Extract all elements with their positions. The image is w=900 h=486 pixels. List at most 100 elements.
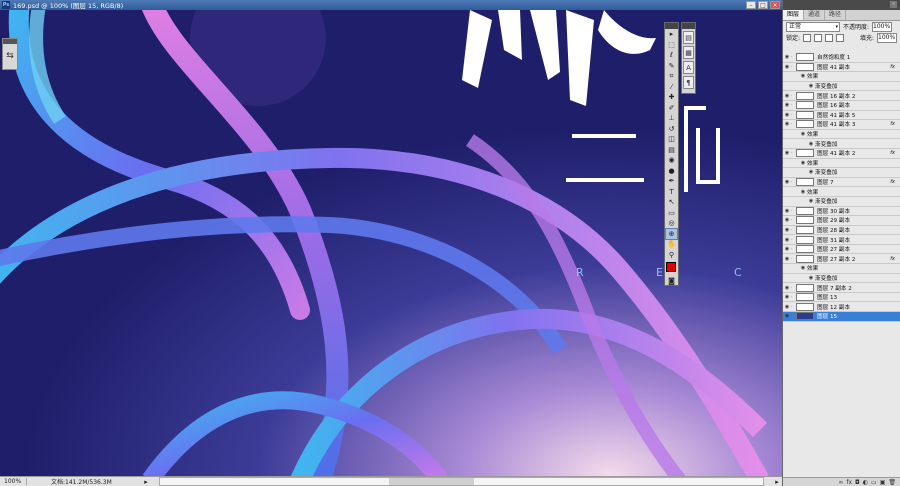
tool-preset-icon[interactable]: ⇆ [4, 50, 16, 62]
eye-icon[interactable]: ◉ [783, 179, 791, 185]
blend-mode-select[interactable]: 正常 ▾ [786, 21, 840, 32]
layer-thumbnail[interactable] [796, 53, 814, 62]
fx-icon[interactable]: fx [890, 256, 895, 262]
layer-thumbnail[interactable] [796, 245, 814, 254]
foreground-color[interactable] [665, 262, 676, 272]
layer-row[interactable]: ◉ · 图层 28 副本 [783, 225, 900, 236]
eye-icon[interactable]: ◉ [783, 217, 791, 223]
layer-row[interactable]: ◉ · 图层 31 副本 [783, 235, 900, 245]
status-menu-arrow[interactable]: ▸ [141, 478, 151, 486]
layer-thumbnail[interactable] [796, 235, 814, 244]
eyedropper-tool[interactable]: ⁄ [666, 82, 677, 93]
healing-tool[interactable]: ✚ [666, 92, 677, 103]
layer-row[interactable]: ◉ · 图层 41 副本 3 fx [783, 120, 900, 130]
eye-icon[interactable]: ◉ [807, 275, 815, 281]
brush-tool[interactable]: ✐ [666, 103, 677, 114]
eye-icon[interactable]: ◉ [783, 246, 791, 252]
fx-icon[interactable]: fx [846, 479, 852, 486]
eye-icon[interactable]: ◉ [783, 294, 791, 300]
document-size[interactable]: 文档:141.2M/536.3M [27, 477, 141, 486]
layer-thumbnail[interactable] [796, 283, 814, 292]
type-tool[interactable]: T [666, 187, 677, 198]
layer-thumbnail[interactable] [796, 216, 814, 225]
layer-thumbnail[interactable] [796, 120, 814, 129]
eye-icon[interactable]: ◉ [799, 73, 807, 79]
new-layer-icon[interactable]: ▣ [880, 479, 886, 486]
eye-icon[interactable]: ◉ [783, 256, 791, 262]
maximize-button[interactable]: □ [758, 1, 768, 9]
eye-icon[interactable]: ◉ [783, 121, 791, 127]
layer-thumbnail[interactable] [796, 206, 814, 215]
shape-tool[interactable]: ▭ [666, 208, 677, 219]
horizontal-scrollbar[interactable] [159, 477, 764, 486]
layer-row[interactable]: ◉ · 图层 7 fx [783, 178, 900, 188]
layer-thumbnail[interactable] [796, 254, 814, 263]
layer-effect-row[interactable]: ◉ 渐变叠加 [783, 197, 900, 207]
layer-row[interactable]: ◉ · 自然饱和度 1 [783, 53, 900, 63]
zoom-tool[interactable]: ⚲ [666, 250, 677, 261]
eye-icon[interactable]: ◉ [783, 93, 791, 99]
move-tool[interactable]: ▸ [666, 29, 677, 40]
3d-orbit-tool[interactable]: ⊕ [665, 227, 678, 240]
layer-effects-row[interactable]: ◉ 效果 [783, 264, 900, 274]
layer-thumbnail[interactable] [796, 312, 814, 321]
scroll-thumb[interactable] [389, 478, 474, 485]
minimize-button[interactable]: – [746, 1, 756, 9]
gradient-tool[interactable]: ▤ [666, 145, 677, 156]
path-select-tool[interactable]: ↖ [666, 197, 677, 208]
layer-row[interactable]: ◉ · 图层 27 副本 2 fx [783, 254, 900, 265]
layer-effects-row[interactable]: ◉ 效果 [783, 130, 900, 140]
scroll-right-arrow[interactable]: ▸ [772, 478, 782, 486]
layer-row[interactable]: ◉ · 图层 41 副本 2 fx [783, 149, 900, 159]
eye-icon[interactable]: ◉ [783, 227, 791, 233]
lock-transparent-checkbox[interactable] [803, 33, 812, 42]
layer-row[interactable]: ◉ · 图层 41 副本 fx [783, 62, 900, 73]
layer-row[interactable]: ◉ · 图层 16 副本 [783, 101, 900, 111]
layer-row[interactable]: ◉ · 图层 12 副本 [783, 302, 900, 313]
history-brush-tool[interactable]: ↺ [666, 124, 677, 135]
eye-icon[interactable]: ◉ [783, 112, 791, 118]
layer-row[interactable]: ◉ · 图层 13 [783, 293, 900, 303]
layer-thumbnail[interactable] [796, 110, 814, 119]
layer-row[interactable]: ◉ · 图层 41 副本 5 [783, 110, 900, 121]
adjustment-icon[interactable]: ◐ [863, 479, 868, 486]
hand-tool[interactable]: ✋ [666, 239, 677, 250]
tab-paths[interactable]: 路径 [825, 10, 847, 20]
layer-effect-row[interactable]: ◉ 渐变叠加 [783, 168, 900, 178]
quick-mask-icon[interactable]: ◙ [666, 276, 677, 287]
layer-row[interactable]: ◉ · 图层 30 副本 [783, 206, 900, 217]
layer-effects-row[interactable]: ◉ 效果 [783, 187, 900, 197]
eye-icon[interactable]: ◉ [783, 208, 791, 214]
blur-tool[interactable]: ◉ [666, 155, 677, 166]
lock-all-checkbox[interactable] [836, 33, 845, 42]
eye-icon[interactable]: ◉ [783, 237, 791, 243]
trash-icon[interactable]: 🗑 [888, 479, 896, 486]
eye-icon[interactable]: ◉ [783, 54, 791, 60]
layers-panel-header[interactable]: « [783, 0, 900, 10]
layer-row[interactable]: ◉ · 图层 27 副本 [783, 245, 900, 255]
character-icon[interactable]: A [683, 61, 694, 74]
3d-rotate-tool[interactable]: ◎ [666, 218, 677, 229]
eye-icon[interactable]: ◉ [807, 169, 815, 175]
layer-thumbnail[interactable] [796, 91, 814, 100]
tab-channels[interactable]: 通道 [804, 10, 826, 20]
panel-collapse-icon[interactable]: « [890, 1, 897, 8]
layer-thumbnail[interactable] [796, 293, 814, 302]
stamp-tool[interactable]: ⊥ [666, 113, 677, 124]
eye-icon[interactable]: ◉ [799, 265, 807, 271]
layer-thumbnail[interactable] [796, 178, 814, 187]
eye-icon[interactable]: ◉ [799, 160, 807, 166]
layer-thumbnail[interactable] [796, 225, 814, 234]
dodge-tool[interactable]: ● [666, 166, 677, 177]
fx-icon[interactable]: fx [890, 121, 895, 127]
link-icon[interactable]: ∞ [838, 479, 843, 486]
fx-icon[interactable]: fx [890, 150, 895, 156]
layer-effects-row[interactable]: ◉ 效果 [783, 72, 900, 82]
opacity-input[interactable]: 100% [872, 21, 893, 32]
tab-layers[interactable]: 图层 [783, 10, 805, 20]
lock-position-checkbox[interactable] [825, 33, 834, 42]
layer-thumbnail[interactable] [796, 149, 814, 158]
close-button[interactable]: × [770, 1, 780, 9]
eye-icon[interactable]: ◉ [807, 141, 815, 147]
eye-icon[interactable]: ◉ [807, 83, 815, 89]
